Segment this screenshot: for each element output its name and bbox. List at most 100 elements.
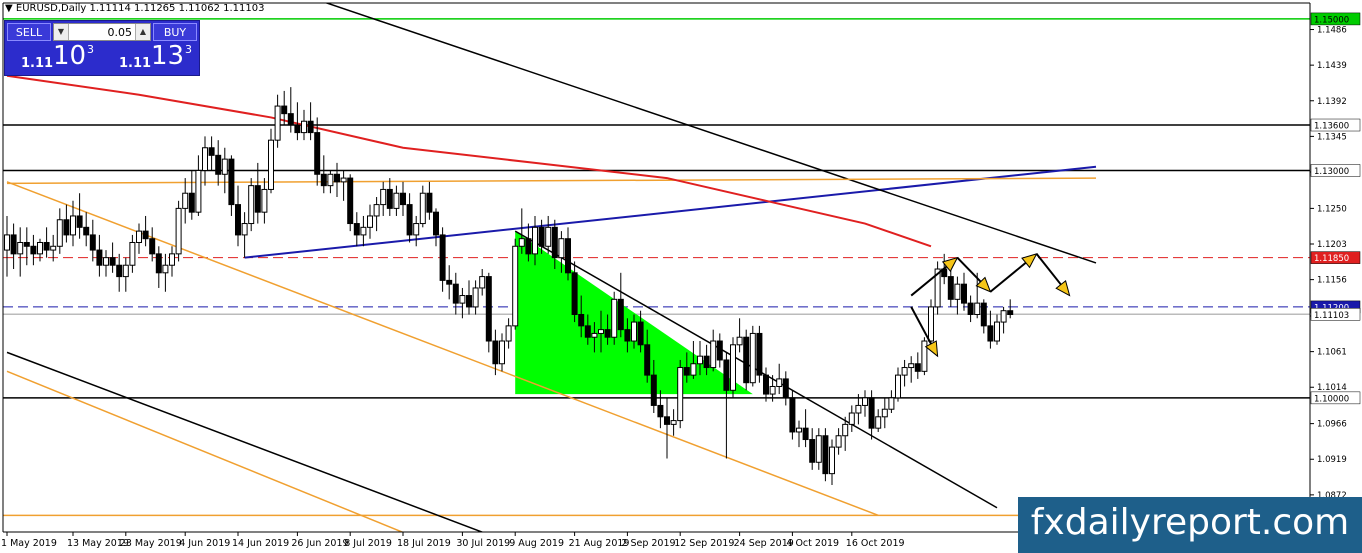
candle-body <box>228 158 235 206</box>
triangle-shape <box>515 231 753 395</box>
level-label-3: 1.11850 <box>1310 251 1361 264</box>
candle-body <box>670 420 677 425</box>
sell-price-prefix: 1.11 <box>21 56 54 71</box>
candle-body <box>122 264 129 278</box>
one-click-trading-panel: SELL ▼ ▲ BUY 1.11 10 3 1.11 13 3 <box>4 20 200 76</box>
candle-body <box>221 158 228 175</box>
lot-decrease-icon[interactable]: ▼ <box>54 24 69 40</box>
candle-body <box>492 340 499 365</box>
candle-body <box>452 283 459 304</box>
buy-button[interactable]: BUY <box>153 23 197 41</box>
candle-130 <box>862 390 868 417</box>
buy-price[interactable]: 1.11 13 3 <box>105 41 199 75</box>
candle-body <box>782 378 789 399</box>
candle-body <box>76 215 83 228</box>
x-tick-label-3: 4 Jun 2019 <box>179 538 230 549</box>
candle-46 <box>307 102 314 141</box>
candle-11 <box>76 193 83 239</box>
candle-body <box>980 302 987 327</box>
candle-56 <box>373 197 380 232</box>
candle-122 <box>809 428 816 470</box>
candle-body <box>723 359 730 391</box>
level-label-text: 1.11850 <box>1314 254 1349 264</box>
buy-price-big: 13 <box>151 41 185 71</box>
candle-121 <box>802 409 809 448</box>
candle-120 <box>796 420 802 448</box>
candle-body <box>254 185 261 213</box>
candle-body <box>901 367 908 376</box>
candle-body <box>367 215 373 228</box>
candle-107 <box>710 329 717 372</box>
triangle-down-icon[interactable]: ▼ <box>5 3 13 14</box>
candle-13 <box>89 219 96 262</box>
candle-100 <box>664 397 670 459</box>
candle-body <box>116 264 123 278</box>
x-tick-label-11: 2 Sep 2019 <box>621 538 675 549</box>
x-tick-label-8: 30 Jul 2019 <box>456 538 510 549</box>
price-chart[interactable]: 1.14861.14391.13921.13451.12981.12501.12… <box>0 0 1362 553</box>
candle-body <box>96 249 103 266</box>
candle-151 <box>1000 306 1007 334</box>
level-label-text: 1.13000 <box>1314 167 1349 177</box>
candle-body <box>763 374 769 395</box>
y-tick-label-0: 1.1486 <box>1317 26 1347 36</box>
candle-body <box>419 192 426 225</box>
sell-button[interactable]: SELL <box>7 23 51 41</box>
x-tick-label-13: 24 Sep 2019 <box>734 538 794 549</box>
candle-131 <box>868 390 875 440</box>
candle-body <box>716 340 723 361</box>
candle-54 <box>360 215 367 247</box>
candle-29 <box>195 155 202 216</box>
candle-108 <box>716 333 723 368</box>
symbol-label: EURUSD,Daily <box>15 3 87 14</box>
candle-body <box>829 446 835 475</box>
candle-75 <box>499 333 505 372</box>
candle-body <box>17 241 24 255</box>
lot-increase-icon[interactable]: ▲ <box>135 24 150 40</box>
y-tick-label-3: 1.1345 <box>1317 132 1347 142</box>
candle-9 <box>63 204 70 243</box>
candle-body <box>895 374 901 399</box>
candle-145 <box>961 272 967 311</box>
candle-body <box>353 223 360 236</box>
candle-136 <box>901 359 908 387</box>
candle-17 <box>116 253 123 292</box>
candle-body <box>974 302 981 315</box>
candle-110 <box>730 337 736 398</box>
candle-39 <box>261 178 268 224</box>
candle-3 <box>23 227 30 266</box>
candle-49 <box>327 170 334 194</box>
candle-body <box>914 363 921 372</box>
candle-148 <box>980 299 987 334</box>
candle-body <box>584 325 591 338</box>
candle-body <box>855 404 862 414</box>
candle-body <box>558 238 565 259</box>
candle-body <box>334 173 340 183</box>
candle-body <box>571 272 578 315</box>
candle-body <box>215 154 222 175</box>
candle-body <box>83 226 90 236</box>
candle-body <box>142 230 149 240</box>
candle-119 <box>789 390 796 440</box>
candle-body <box>637 321 644 346</box>
candle-body <box>611 298 618 338</box>
triangle-pattern <box>515 231 753 395</box>
candle-body <box>624 329 631 342</box>
sell-price[interactable]: 1.11 10 3 <box>7 41 101 75</box>
y-tick-label-11: 1.0966 <box>1317 420 1347 430</box>
candle-63 <box>419 185 426 228</box>
candle-body <box>56 219 63 247</box>
candle-body <box>466 295 472 308</box>
candle-body <box>677 367 684 422</box>
candle-body <box>664 416 670 425</box>
candle-body <box>505 325 512 342</box>
candle-48 <box>320 155 327 194</box>
candle-body <box>30 245 37 255</box>
lot-size-input[interactable] <box>70 24 134 40</box>
candle-66 <box>439 227 446 292</box>
candle-body <box>50 245 57 251</box>
candle-34 <box>228 155 235 216</box>
arrow-head <box>1055 279 1071 297</box>
candle-body <box>848 412 855 425</box>
candle-16 <box>109 242 116 273</box>
